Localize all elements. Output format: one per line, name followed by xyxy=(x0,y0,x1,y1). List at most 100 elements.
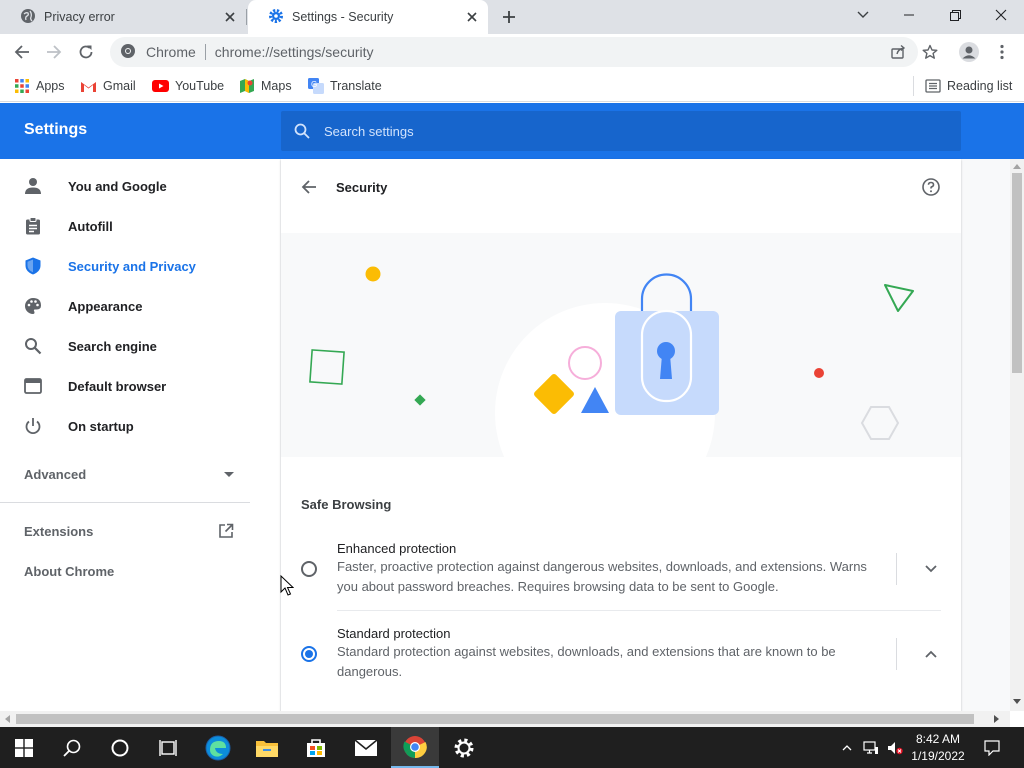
sidebar-item-autofill[interactable]: Autofill xyxy=(0,206,260,246)
collapse-standard-button[interactable] xyxy=(919,642,943,666)
start-button[interactable] xyxy=(0,727,48,768)
sidebar-item-search-engine[interactable]: Search engine xyxy=(0,326,260,366)
show-hidden-icons-button[interactable] xyxy=(838,727,856,768)
forward-button[interactable] xyxy=(40,38,68,66)
bookmark-gmail[interactable]: Gmail xyxy=(80,75,136,97)
back-button[interactable] xyxy=(8,38,36,66)
bookmark-maps[interactable]: Maps xyxy=(239,75,292,97)
close-tab-icon[interactable] xyxy=(460,5,484,29)
mail-icon xyxy=(354,738,378,756)
sidebar-item-you-and-google[interactable]: You and Google xyxy=(0,166,260,206)
sidebar-item-label: Appearance xyxy=(68,298,143,314)
sidebar-item-on-startup[interactable]: On startup xyxy=(0,406,260,446)
settings-taskbar-icon[interactable] xyxy=(440,727,488,768)
tab-divider xyxy=(246,9,247,25)
person-icon xyxy=(25,178,41,194)
sidebar-item-label: Search engine xyxy=(68,338,157,354)
sidebar-item-default-browser[interactable]: Default browser xyxy=(0,366,260,406)
share-button[interactable] xyxy=(884,38,912,66)
bookmark-translate[interactable]: G Translate xyxy=(308,75,382,97)
bookmark-youtube[interactable]: YouTube xyxy=(152,75,224,97)
new-tab-button[interactable] xyxy=(496,5,522,29)
tab-title: Settings - Security xyxy=(292,10,394,24)
sidebar-item-label: Default browser xyxy=(68,378,167,394)
gear-icon xyxy=(454,738,474,757)
caret-down-icon xyxy=(224,471,234,477)
tab-privacy-error[interactable]: Privacy error xyxy=(0,0,246,34)
profile-button[interactable] xyxy=(955,38,983,66)
option-divider xyxy=(896,553,897,585)
star-icon xyxy=(922,44,938,59)
enhanced-protection-option: Enhanced protection Faster, proactive pr… xyxy=(337,541,877,597)
tab-search-button[interactable] xyxy=(840,0,886,30)
action-center-button[interactable] xyxy=(980,727,1004,768)
bookmark-label: Gmail xyxy=(103,79,136,93)
gear-icon xyxy=(268,8,284,27)
cortana-button[interactable] xyxy=(96,727,144,768)
standard-protection-option: Standard protection Standard protection … xyxy=(337,626,877,682)
search-settings-field[interactable]: Search settings xyxy=(281,111,961,151)
notification-icon xyxy=(984,739,1000,756)
bookmark-label: Maps xyxy=(261,79,292,93)
kebab-menu-icon xyxy=(1000,44,1004,60)
close-tab-icon[interactable] xyxy=(218,5,242,29)
translate-icon: G xyxy=(308,78,324,94)
volume-button[interactable] xyxy=(884,727,906,768)
taskbar-clock[interactable]: 8:42 AM 1/19/2022 xyxy=(906,731,970,765)
standard-protection-radio[interactable] xyxy=(301,646,317,662)
reading-list-button[interactable]: Reading list xyxy=(925,75,1012,97)
taskbar-search-button[interactable] xyxy=(48,727,96,768)
bookmark-star-button[interactable] xyxy=(916,38,944,66)
url-text[interactable]: chrome://settings/security xyxy=(215,44,374,60)
share-icon xyxy=(891,44,906,59)
vertical-scrollbar[interactable] xyxy=(1010,159,1024,711)
minimize-button[interactable] xyxy=(886,0,932,30)
open-in-new-icon xyxy=(219,523,234,538)
apps-grid-icon xyxy=(15,79,29,93)
option-description: Standard protection against websites, do… xyxy=(337,642,877,682)
back-arrow-button[interactable] xyxy=(297,175,321,199)
sidebar-advanced-toggle[interactable]: Advanced xyxy=(24,467,234,482)
arrow-forward-icon xyxy=(47,45,62,59)
chrome-icon xyxy=(120,43,136,62)
network-button[interactable] xyxy=(860,727,882,768)
chrome-icon xyxy=(403,735,427,758)
sidebar-item-extensions[interactable]: Extensions xyxy=(24,523,234,539)
search-icon xyxy=(25,338,42,355)
bookmarks-divider xyxy=(913,76,914,96)
vertical-scroll-thumb[interactable] xyxy=(1012,173,1022,373)
enhanced-protection-radio[interactable] xyxy=(301,561,317,577)
option-separator xyxy=(337,610,941,611)
reload-button[interactable] xyxy=(72,38,100,66)
restore-button[interactable] xyxy=(932,0,978,30)
task-view-icon xyxy=(159,739,177,756)
bookmark-apps[interactable]: Apps xyxy=(14,75,65,97)
expand-enhanced-button[interactable] xyxy=(919,557,943,581)
chrome-taskbar-icon[interactable] xyxy=(391,727,439,768)
sidebar-item-about-chrome[interactable]: About Chrome xyxy=(24,564,114,579)
option-description: Faster, proactive protection against dan… xyxy=(337,557,877,597)
search-icon xyxy=(294,123,310,139)
help-button[interactable] xyxy=(919,175,943,199)
horizontal-scroll-thumb[interactable] xyxy=(16,714,974,724)
scroll-up-arrow-icon xyxy=(1013,164,1021,169)
menu-button[interactable] xyxy=(988,38,1016,66)
reading-list-icon xyxy=(925,79,941,93)
tab-settings-security[interactable]: Settings - Security xyxy=(248,0,488,34)
horizontal-scrollbar[interactable] xyxy=(0,711,1010,727)
sidebar-item-appearance[interactable]: Appearance xyxy=(0,286,260,326)
mail-taskbar-icon[interactable] xyxy=(342,727,390,768)
folder-icon xyxy=(256,740,278,757)
browser-toolbar: Chrome chrome://settings/security xyxy=(0,34,1024,70)
power-icon xyxy=(25,418,41,435)
store-bag-icon xyxy=(307,738,325,757)
sidebar-item-security-and-privacy[interactable]: Security and Privacy xyxy=(0,246,260,286)
bookmark-label: YouTube xyxy=(175,79,225,93)
close-window-button[interactable] xyxy=(978,0,1024,30)
store-taskbar-icon[interactable] xyxy=(292,727,340,768)
task-view-button[interactable] xyxy=(144,727,192,768)
file-explorer-taskbar-icon[interactable] xyxy=(243,727,291,768)
address-bar[interactable]: Chrome chrome://settings/security xyxy=(110,37,918,67)
edge-taskbar-icon[interactable] xyxy=(194,727,242,768)
origin-label: Chrome xyxy=(146,44,196,60)
